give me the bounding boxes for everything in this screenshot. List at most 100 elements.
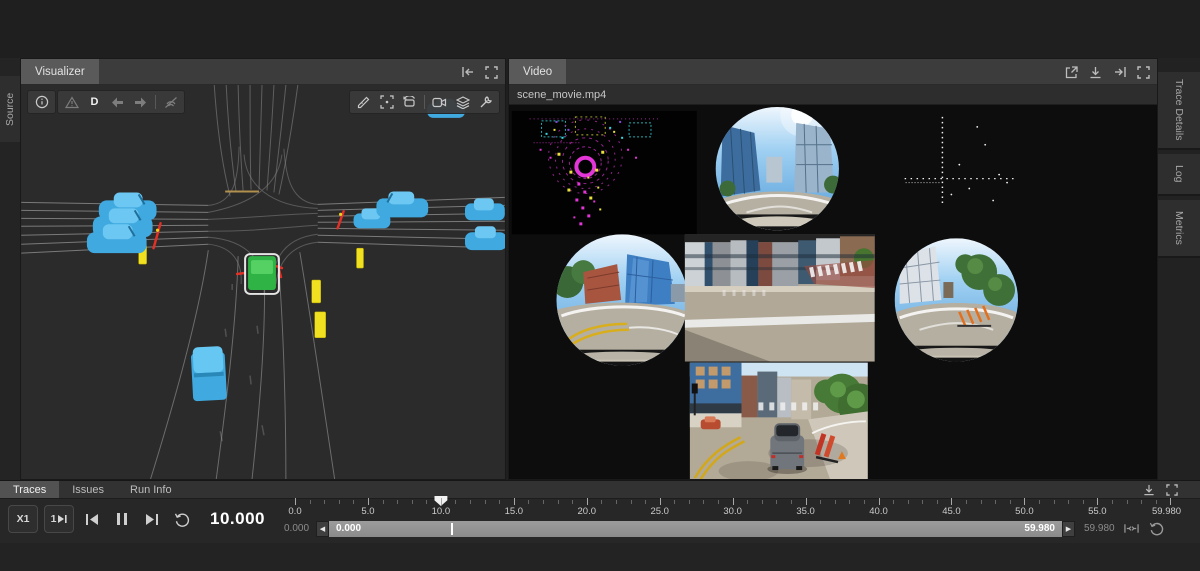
- tab-visualizer[interactable]: Visualizer: [21, 59, 99, 84]
- settings-wrench-button[interactable]: [475, 92, 496, 112]
- step-forward-icon: [146, 514, 158, 525]
- left-tab-strip: Source: [0, 58, 20, 480]
- download-icon[interactable]: [1088, 65, 1103, 80]
- visualizer-3d-viewport[interactable]: D: [21, 85, 505, 479]
- wrench-icon: [479, 96, 492, 109]
- loop-icon[interactable]: [1149, 521, 1164, 536]
- prev-annotation-button[interactable]: [107, 92, 128, 112]
- ruler-minor-tick: [1010, 500, 1011, 504]
- tab-run-info[interactable]: Run Info: [117, 481, 185, 498]
- ruler-minor-tick: [645, 500, 646, 504]
- pause-button[interactable]: [110, 505, 134, 533]
- ruler-major-tick: [879, 498, 880, 505]
- ruler-tick-label: 35.0: [796, 506, 815, 517]
- info-button[interactable]: [31, 92, 52, 112]
- ruler-tick-label: 50.0: [1015, 506, 1034, 517]
- scrubber-bar[interactable]: 0.000 59.980: [329, 521, 1062, 537]
- tab-source[interactable]: Source: [0, 76, 20, 142]
- ruler-major-tick: [806, 498, 807, 505]
- ruler-major-tick: [1024, 498, 1025, 505]
- tab-source-label: Source: [4, 92, 16, 125]
- reset-camera-button[interactable]: [399, 92, 420, 112]
- hide-overlays-button[interactable]: [160, 92, 181, 112]
- tab-traces[interactable]: Traces: [0, 481, 59, 498]
- toolbar-divider: [155, 95, 156, 109]
- collapse-left-icon[interactable]: [460, 65, 475, 80]
- ruler-tick-label: 55.0: [1088, 506, 1107, 517]
- range-end-handle[interactable]: ▶: [1062, 521, 1075, 537]
- ruler-minor-tick: [893, 500, 894, 504]
- tab-issues[interactable]: Issues: [59, 481, 117, 498]
- arrow-right-icon: [134, 97, 147, 108]
- layers-button[interactable]: [452, 92, 473, 112]
- tab-visualizer-label: Visualizer: [35, 66, 85, 78]
- ruler-major-tick: [514, 498, 515, 505]
- video-filename-row: scene_movie.mp4: [509, 85, 1157, 105]
- frame-step-count-button[interactable]: 1: [44, 505, 74, 533]
- video-frame: [509, 105, 1157, 479]
- ruler-minor-tick: [499, 500, 500, 504]
- ruler-tick-label: 30.0: [723, 506, 742, 517]
- ruler-minor-tick: [981, 500, 982, 504]
- ruler-major-tick: [1097, 498, 1098, 505]
- tab-trace-details[interactable]: Trace Details: [1158, 72, 1200, 150]
- ruler-minor-tick: [718, 500, 719, 504]
- ruler-major-tick: [295, 498, 296, 505]
- camera-icon: [432, 97, 447, 108]
- ruler-minor-tick: [1068, 500, 1069, 504]
- ruler-minor-tick: [528, 500, 529, 504]
- step-forward-icon: [58, 515, 67, 523]
- focus-icon: [380, 95, 394, 109]
- replay-button[interactable]: [170, 505, 194, 533]
- fullscreen-icon[interactable]: [1136, 65, 1151, 80]
- fit-range-icon[interactable]: [1124, 521, 1139, 536]
- ruler-minor-tick: [747, 500, 748, 504]
- range-outer-end-label: 59.980: [1084, 523, 1124, 534]
- ruler-minor-tick: [426, 500, 427, 504]
- detections-mode-button[interactable]: D: [84, 92, 105, 112]
- range-inner-end-label: 59.980: [1024, 523, 1055, 534]
- lidar-top-view-tile: [512, 111, 697, 234]
- timeline-ruler[interactable]: 0.05.010.015.020.025.030.035.040.045.050…: [295, 495, 1170, 521]
- skip-to-start-button[interactable]: [80, 505, 104, 533]
- ruler-minor-tick: [966, 500, 967, 504]
- collapse-right-icon[interactable]: [1112, 65, 1127, 80]
- tab-video[interactable]: Video: [509, 59, 566, 84]
- ruler-minor-tick: [543, 500, 544, 504]
- measure-button[interactable]: [353, 92, 374, 112]
- ruler-minor-tick: [324, 500, 325, 504]
- ruler-minor-tick: [1054, 500, 1055, 504]
- external-link-icon[interactable]: [1064, 65, 1079, 80]
- ruler-minor-tick: [674, 500, 675, 504]
- focus-button[interactable]: [376, 92, 397, 112]
- range-inner-start-label: 0.000: [336, 523, 361, 534]
- range-start-handle[interactable]: ◀: [316, 521, 329, 537]
- playback-controls: X1 1 10.000: [8, 504, 265, 534]
- tab-log[interactable]: Log: [1158, 154, 1200, 196]
- ruler-tick-label: 40.0: [869, 506, 888, 517]
- measure-icon: [357, 96, 370, 109]
- detections-mode-label: D: [91, 96, 99, 108]
- tab-metrics[interactable]: Metrics: [1158, 200, 1200, 258]
- step-forward-button[interactable]: [140, 505, 164, 533]
- ruler-minor-tick: [908, 500, 909, 504]
- camera-button[interactable]: [429, 92, 450, 112]
- warnings-button[interactable]: [61, 92, 82, 112]
- ruler-major-tick: [951, 498, 952, 505]
- scrubber-position-tick[interactable]: [451, 523, 453, 535]
- ruler-minor-tick: [631, 500, 632, 504]
- video-player-viewport[interactable]: [509, 105, 1157, 479]
- fullscreen-icon[interactable]: [484, 65, 499, 80]
- ruler-minor-tick: [995, 500, 996, 504]
- playback-speed-label: X1: [17, 513, 30, 525]
- ruler-tick-label: 59.980: [1152, 506, 1181, 517]
- ruler-minor-tick: [353, 500, 354, 504]
- skip-start-icon: [86, 514, 98, 525]
- ego-vehicle: [245, 254, 279, 294]
- bottom-filler: [0, 543, 1200, 571]
- ruler-major-tick: [1170, 498, 1171, 505]
- ruler-tick-label: 25.0: [650, 506, 669, 517]
- playback-speed-button[interactable]: X1: [8, 505, 38, 533]
- app-root: Source Visualizer: [0, 0, 1200, 571]
- next-annotation-button[interactable]: [130, 92, 151, 112]
